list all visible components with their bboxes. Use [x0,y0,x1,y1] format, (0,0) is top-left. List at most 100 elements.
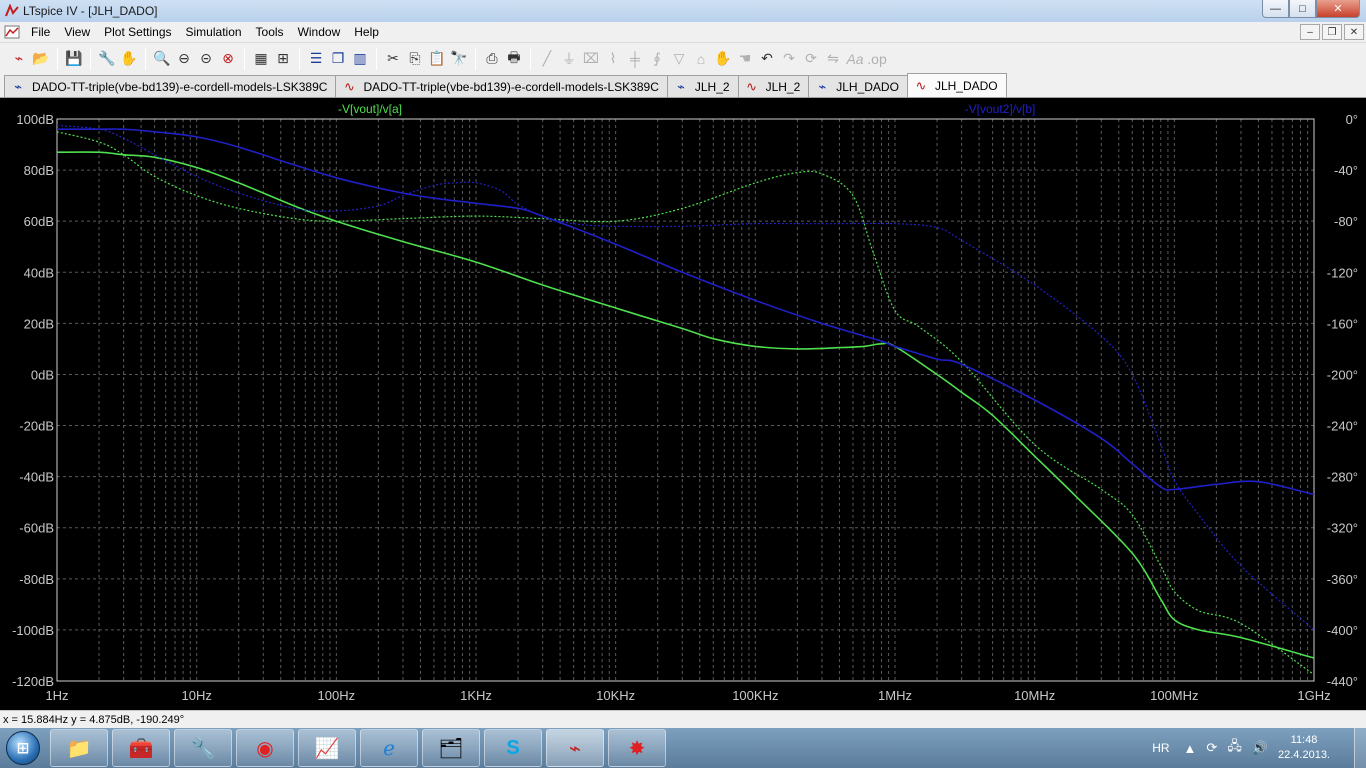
menu-view[interactable]: View [57,25,97,39]
text-icon[interactable]: Aa [844,48,866,70]
waveform-plot-pane[interactable]: 1Hz 10Hz 100Hz 1KHz 10KHz 100KHz 1MHz 10MHz 100M… [0,98,1366,710]
tile-vertical-icon[interactable]: ▥ [349,48,371,70]
tab-label: JLH_2 [694,79,730,94]
cascade-icon[interactable]: ❐ [327,48,349,70]
move-icon[interactable]: ✋ [712,48,734,70]
system-tray: HR ▲ ⟳ 🖧 🔊 11:48 22.4.2013. [1152,728,1366,768]
menu-file[interactable]: File [24,25,57,39]
mdi-restore-button[interactable]: ❐ [1322,24,1342,40]
skype-icon[interactable]: S [484,729,542,767]
inductor-icon[interactable]: ∮ [646,48,668,70]
tab-label: JLH_2 [765,79,801,94]
minimize-button[interactable]: — [1262,0,1289,18]
autorange-icon[interactable]: ▦ [250,48,272,70]
tab-jlh2-schematic[interactable]: ⌁ JLH_2 [666,75,739,97]
show-hidden-icons-icon[interactable]: ▲ [1184,741,1197,756]
rotate-icon[interactable]: ⟳ [800,48,822,70]
y-left-tick-label: -120dB [12,674,54,689]
splash-icon[interactable]: ✸ [608,729,666,767]
save-icon[interactable]: 💾 [63,48,85,70]
menu-tools[interactable]: Tools [249,25,291,39]
tool-icon[interactable]: 🔧 [174,729,232,767]
menu-simulation[interactable]: Simulation [179,25,249,39]
control-panel-icon[interactable]: 🔧 [96,48,118,70]
schematic-run-icon[interactable]: ⌁ [8,48,30,70]
sync-icon[interactable]: ⟳ [1206,740,1217,756]
x-tick-label: 10Hz [181,688,211,703]
open-icon[interactable]: 📂 [30,48,52,70]
network-icon[interactable]: 🖧 [1227,737,1242,759]
menu-window[interactable]: Window [291,25,348,39]
status-bar: x = 15.884Hz y = 4.875dB, -190.249° [0,710,1366,728]
legend-vout2-b[interactable]: -V[vout2]/v[b] [965,102,1036,116]
menu-plot-settings[interactable]: Plot Settings [97,25,178,39]
spice-directive-icon[interactable]: .op [866,48,888,70]
undo-icon[interactable]: ↶ [756,48,778,70]
tab-jlh-dado-plot[interactable]: ∿ JLH_DADO [906,73,1007,97]
tile-horizontal-icon[interactable]: ☰ [305,48,327,70]
folder-icon[interactable]: 🗂 [422,729,480,767]
resistor-icon[interactable]: ⌇ [602,48,624,70]
start-button[interactable]: ⊞ [0,728,46,768]
tab-jlh-dado-schematic[interactable]: ⌁ JLH_DADO [808,75,908,97]
language-indicator[interactable]: HR [1152,741,1169,755]
y-right-tick-label: -80° [1334,214,1358,229]
hand-pan-icon[interactable]: ✋ [118,48,140,70]
capacitor-icon[interactable]: ╪ [624,48,646,70]
tab-dado-schematic[interactable]: ⌁ DADO-TT-triple(vbe-bd139)-e-cordell-mo… [4,75,337,97]
paste-icon[interactable]: 📋 [426,48,448,70]
plot-icon: ∿ [343,78,355,94]
y-right-tick-label: 0° [1346,112,1358,127]
copy-icon[interactable]: ⎘ [404,48,426,70]
y-left-tick-label: 20dB [24,316,54,331]
title-bar: LTspice IV - [JLH_DADO] — □ ✕ [0,0,1366,22]
y-right-tick-label: -240° [1327,419,1358,434]
close-button[interactable]: ✕ [1316,0,1360,18]
ie-icon[interactable]: ℯ [360,729,418,767]
tab-jlh2-plot[interactable]: ∿ JLH_2 [737,75,810,97]
explorer-icon[interactable]: 📁 [50,729,108,767]
legend-vout-a[interactable]: -V[vout]/v[a] [338,102,402,116]
plot-document-icon[interactable] [4,24,20,40]
ltspice-icon[interactable]: ⌁ [546,729,604,767]
find-icon[interactable]: 🔭 [448,48,470,70]
cpanel-icon[interactable]: 🧰 [112,729,170,767]
y-left-tick-label: -100dB [12,623,54,638]
y-right-tick-label: -40° [1334,163,1358,178]
zoom-in-icon[interactable]: 🔍 [151,48,173,70]
ground-icon[interactable]: ⏚ [558,48,580,70]
diode-icon[interactable]: ▽ [668,48,690,70]
mdi-minimize-button[interactable]: – [1300,24,1320,40]
window-title: LTspice IV - [JLH_DADO] [23,4,158,18]
bode-plot[interactable]: 1Hz 10Hz 100Hz 1KHz 10KHz 100KHz 1MHz 10MHz 100M… [0,98,1366,710]
y-left-tick-label: 0dB [31,367,54,382]
maximize-button[interactable]: □ [1289,0,1316,18]
drag-icon[interactable]: ☚ [734,48,756,70]
schematic-icon: ⌁ [818,78,827,94]
scope-icon[interactable]: 📈 [298,729,356,767]
menu-bar: File View Plot Settings Simulation Tools… [0,22,1366,42]
zoom-fit-icon[interactable]: ⊗ [217,48,239,70]
clock[interactable]: 11:48 22.4.2013. [1278,733,1330,763]
menu-help[interactable]: Help [347,25,386,39]
marker-icon[interactable]: ⊞ [272,48,294,70]
print-setup-icon[interactable]: ⎙ [481,48,503,70]
wire-icon[interactable]: ╱ [536,48,558,70]
zoom-back-icon[interactable]: ⊝ [195,48,217,70]
show-desktop-button[interactable] [1354,728,1366,768]
y-left-tick-label: 100dB [16,112,54,127]
label-icon[interactable]: ⌧ [580,48,602,70]
plot-icon: ∿ [915,77,927,93]
component-icon[interactable]: ⌂ [690,48,712,70]
volume-icon[interactable]: 🔊 [1252,740,1268,756]
mirror-icon[interactable]: ⇋ [822,48,844,70]
phase-trace-vout2-b [56,124,1315,631]
antivirus-icon[interactable]: ◉ [236,729,294,767]
zoom-out-icon[interactable]: ⊖ [173,48,195,70]
windows-taskbar: ⊞ 📁 🧰 🔧 ◉ 📈 ℯ 🗂 S ⌁ ✸ HR ▲ ⟳ 🖧 🔊 11:48 2… [0,728,1366,768]
mdi-close-button[interactable]: ✕ [1344,24,1364,40]
tab-dado-plot[interactable]: ∿ DADO-TT-triple(vbe-bd139)-e-cordell-mo… [335,75,668,97]
cut-icon[interactable]: ✂ [382,48,404,70]
redo-icon[interactable]: ↷ [778,48,800,70]
print-icon[interactable]: 🖶 [503,48,525,70]
